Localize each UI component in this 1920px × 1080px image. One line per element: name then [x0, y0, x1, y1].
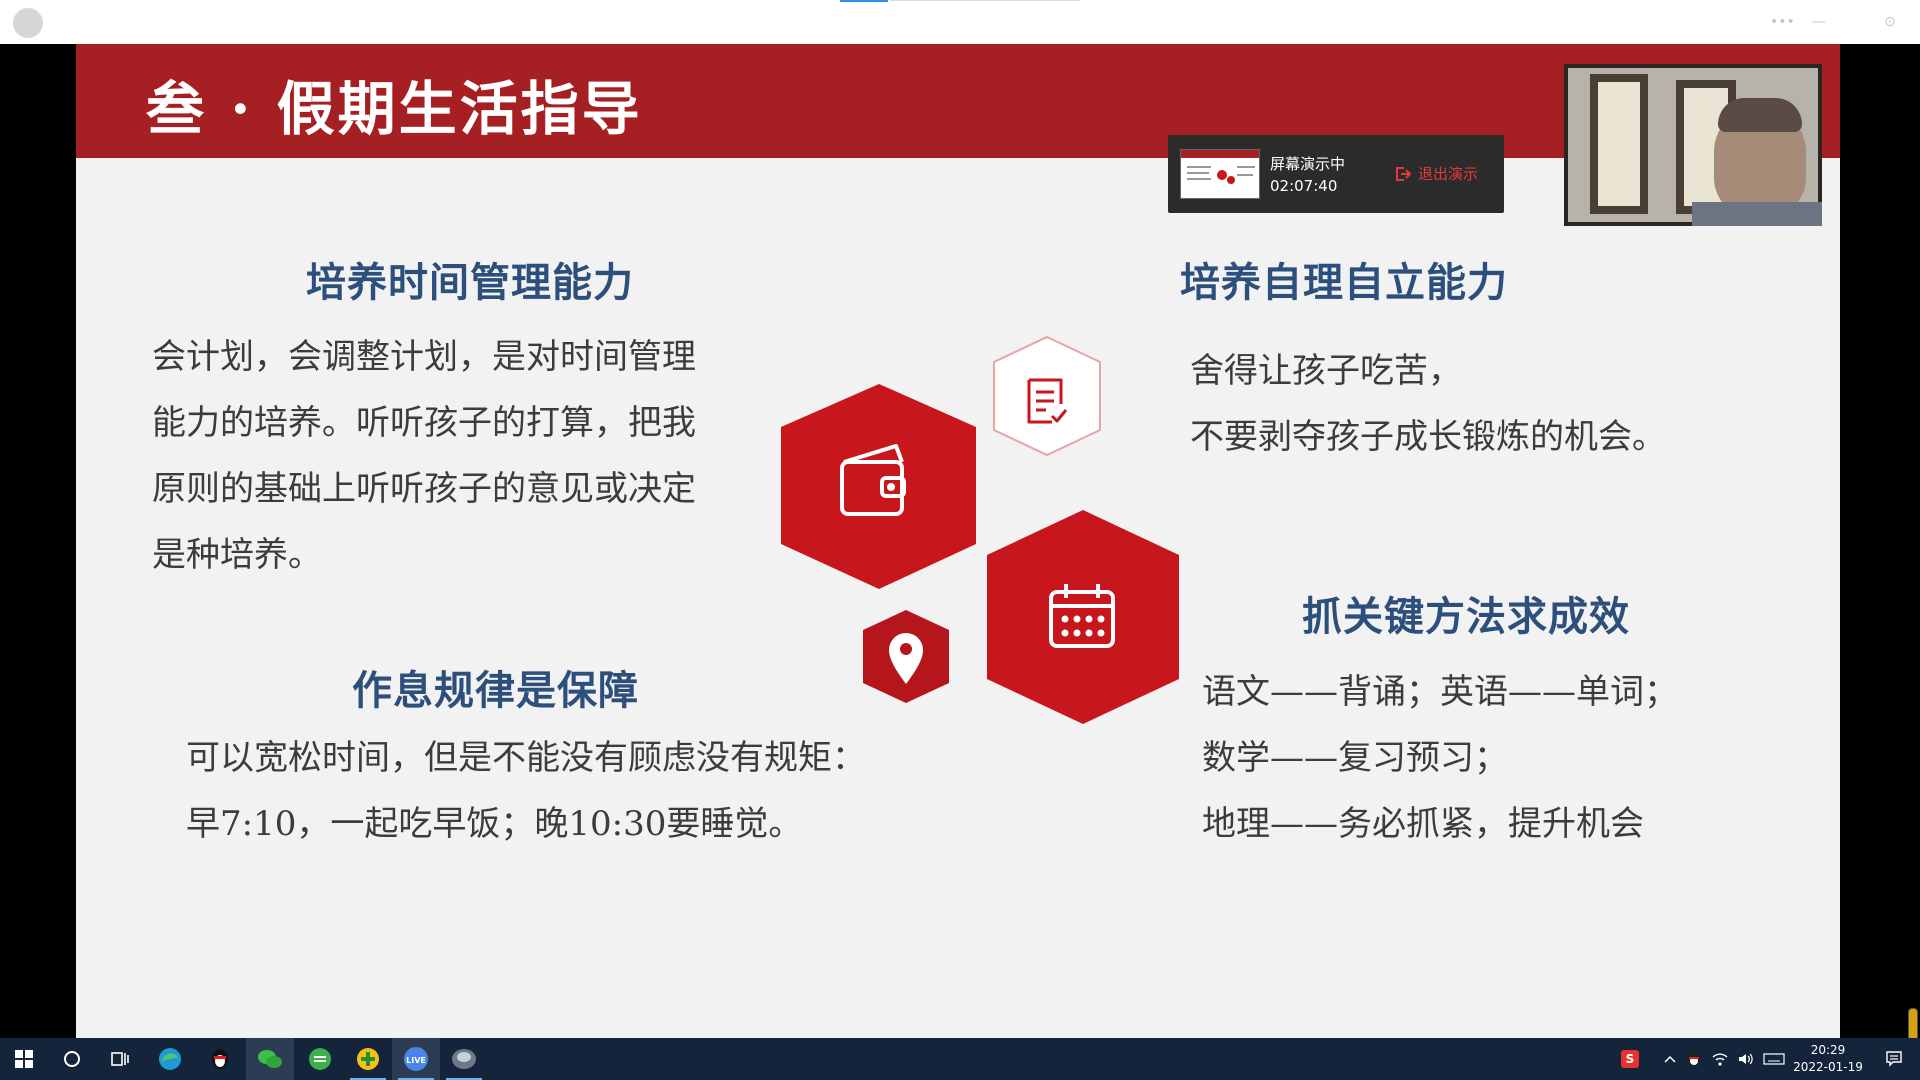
slide-thumbnail[interactable] [1180, 149, 1260, 199]
active-tab-indicator [840, 0, 888, 2]
task-view-icon[interactable] [96, 1038, 144, 1080]
show-hidden-icons-chevron-icon[interactable] [1660, 1038, 1680, 1080]
plus-app-icon[interactable] [344, 1038, 392, 1080]
wallet-hexagon [781, 384, 976, 589]
minimize-icon[interactable]: — [1812, 14, 1826, 30]
more-options-icon[interactable]: ••• [1770, 14, 1795, 30]
edge-browser-icon[interactable] [146, 1038, 194, 1080]
presentation-status-panel: 屏幕演示中 02:07:40 退出演示 [1168, 135, 1504, 213]
presentation-status: 屏幕演示中 [1270, 155, 1346, 173]
presentation-timer: 02:07:40 [1270, 177, 1338, 195]
document-hexagon [993, 335, 1101, 457]
exit-presentation-label: 退出演示 [1418, 165, 1479, 183]
clock-time: 20:29 [1810, 1043, 1846, 1057]
user-avatar[interactable] [13, 8, 43, 38]
webcam-preview[interactable] [1564, 64, 1822, 226]
calendar-hexagon [987, 510, 1179, 724]
green-app-icon[interactable] [296, 1038, 344, 1080]
location-hexagon [863, 610, 949, 703]
settings-icon[interactable]: ⊙ [1884, 14, 1896, 30]
input-method-label: S [1621, 1050, 1639, 1068]
clock-date: 2022-01-19 [1793, 1060, 1863, 1074]
wechat-icon[interactable] [246, 1038, 294, 1080]
meeting-app-icon[interactable] [440, 1038, 488, 1080]
live-app-label: LIVE [406, 1056, 426, 1065]
qq-tray-icon[interactable] [1682, 1038, 1706, 1080]
top-bar: ••• — ⊙ [0, 0, 1920, 44]
exit-icon [1396, 166, 1412, 181]
tab-divider [890, 0, 1080, 1]
taskbar: LIVE S 20:29 2022-01-19 [0, 1038, 1920, 1080]
qq-penguin-icon[interactable] [196, 1038, 244, 1080]
search-icon[interactable] [48, 1038, 96, 1080]
input-method-icon[interactable]: S [1616, 1038, 1644, 1080]
notification-center-icon[interactable] [1876, 1038, 1912, 1080]
presentation-viewport: 叁 · 假期生活指导 培养时间管理能力 会计划，会调整计划，是对时间管理 能力的… [0, 44, 1920, 1068]
exit-presentation-button[interactable]: 退出演示 [1394, 163, 1478, 184]
live-app-icon[interactable]: LIVE [392, 1038, 440, 1080]
system-clock[interactable]: 20:29 2022-01-19 [1780, 1042, 1876, 1076]
windows-start-icon[interactable] [0, 1038, 48, 1080]
network-icon[interactable] [1708, 1038, 1732, 1080]
volume-icon[interactable] [1734, 1038, 1758, 1080]
